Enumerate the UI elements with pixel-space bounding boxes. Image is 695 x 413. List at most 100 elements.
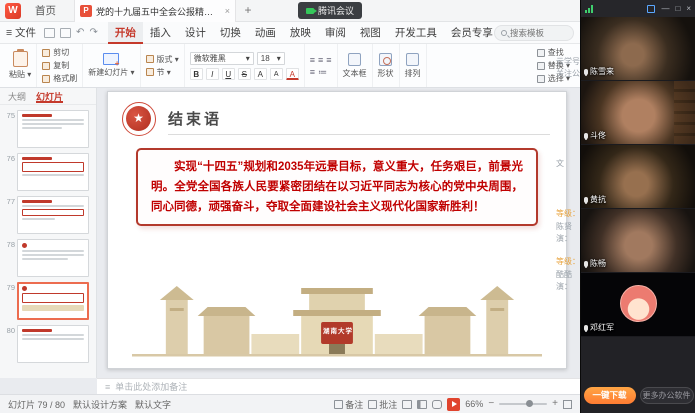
home-tab[interactable]: 首页 <box>26 0 65 22</box>
slide-thumbnail-selected[interactable]: 79 <box>2 282 94 320</box>
save-icon[interactable] <box>44 28 55 38</box>
cut-button[interactable]: 剪切 <box>42 47 77 58</box>
scissors-icon <box>42 49 50 57</box>
participant-video-tile[interactable]: 陈畅 <box>581 209 695 272</box>
italic-button[interactable]: I <box>206 68 219 80</box>
title-divider <box>168 134 550 135</box>
strikethrough-button[interactable]: S <box>238 68 251 80</box>
zoom-out-button[interactable]: − <box>488 399 494 409</box>
template-search-box[interactable] <box>494 25 574 41</box>
align-right-icon[interactable]: ≡ <box>326 55 331 65</box>
bold-button[interactable]: B <box>190 68 203 80</box>
tab-design[interactable]: 设计 <box>178 22 213 44</box>
minimize-icon[interactable]: — <box>661 5 669 13</box>
meeting-floating-bar[interactable]: 腾讯会议 <box>298 2 362 19</box>
layout-toggle-icon[interactable] <box>647 5 655 13</box>
section-icon <box>146 68 154 76</box>
section-button[interactable]: 节 ▾ <box>146 67 179 78</box>
underline-button[interactable]: U <box>222 68 235 80</box>
ribbon-tabs: 开始 插入 设计 切换 动画 放映 审阅 视图 开发工具 会员专享 <box>108 22 500 44</box>
slide-thumbnail[interactable]: 77 <box>2 196 94 234</box>
mic-icon <box>584 261 588 267</box>
close-icon[interactable]: × <box>686 5 691 13</box>
slide-thumbnail[interactable]: 78 <box>2 239 94 277</box>
font-color-button[interactable]: A <box>286 68 299 80</box>
more-apps-button[interactable]: 更多办公软件 <box>640 387 694 404</box>
format-painter-button[interactable]: 格式刷 <box>42 73 77 84</box>
tab-slideshow[interactable]: 放映 <box>283 22 318 44</box>
font-name-select[interactable]: 微软雅黑▾ <box>190 52 254 65</box>
participant-name: 黄抗 <box>590 194 606 205</box>
shrink-font-button[interactable]: A <box>270 68 283 80</box>
zoom-slider[interactable] <box>499 403 547 405</box>
new-tab-button[interactable]: + <box>240 2 256 18</box>
slide-title[interactable]: 结束语 <box>168 108 222 129</box>
tab-review[interactable]: 审阅 <box>318 22 353 44</box>
slide-body-textbox[interactable]: 实现“十四五”规划和2035年远景目标，意义重大，任务艰巨，前景光明。全党全国各… <box>136 148 538 226</box>
slideshow-play-button[interactable] <box>447 398 460 411</box>
outline-tab[interactable]: 大纲 <box>8 90 26 103</box>
print-icon[interactable] <box>60 28 71 38</box>
layout-button[interactable]: 版式 ▾ <box>146 54 179 65</box>
align-center-icon[interactable]: ≡ <box>318 55 323 65</box>
participant-video-tile[interactable]: 陈雪来 <box>581 17 695 80</box>
line-spacing-icon[interactable]: ≔ <box>318 67 327 77</box>
slide-thumbnail-panel: 大纲 幻灯片 75 76 77 78 79 80 <box>0 88 97 378</box>
slide-thumbnail[interactable]: 76 <box>2 153 94 191</box>
copy-button[interactable]: 复制 <box>42 60 77 71</box>
grow-font-button[interactable]: A <box>254 68 267 80</box>
justify-icon[interactable]: ≡ <box>310 67 315 77</box>
notes-toggle-button[interactable]: 备注 <box>334 398 363 411</box>
slide-sorter-view-button[interactable] <box>417 400 427 409</box>
undo-icon[interactable]: ↶ <box>76 28 84 38</box>
star-emblem-icon: ★ <box>126 106 151 131</box>
tab-animation[interactable]: 动画 <box>248 22 283 44</box>
quick-access-toolbar: ↶ ↷ <box>44 28 98 38</box>
close-tab-icon[interactable]: × <box>225 6 230 16</box>
file-menu[interactable]: ≡ 文件 <box>6 25 36 40</box>
zoom-slider-knob[interactable] <box>526 400 533 407</box>
arrange-button[interactable]: 排列 <box>400 44 427 87</box>
text-scheme-label[interactable]: 默认文字 <box>135 398 171 411</box>
shapes-button[interactable]: 形状 <box>373 44 400 87</box>
maximize-icon[interactable]: □ <box>675 5 680 13</box>
align-left-icon[interactable]: ≡ <box>310 55 315 65</box>
layout-icon <box>146 55 154 63</box>
zoom-in-button[interactable]: + <box>552 399 558 409</box>
participant-video-tile[interactable]: 斗佟 <box>581 81 695 144</box>
copy-icon <box>42 62 50 70</box>
new-slide-button[interactable]: 新建幻灯片 ▾ <box>83 44 140 87</box>
mic-icon <box>584 69 588 75</box>
redo-icon[interactable]: ↷ <box>89 28 97 38</box>
slides-tab[interactable]: 幻灯片 <box>36 90 63 103</box>
fit-to-window-button[interactable] <box>563 400 572 409</box>
slide-thumbnail[interactable]: 80 <box>2 325 94 363</box>
tab-devtools[interactable]: 开发工具 <box>388 22 444 44</box>
download-button[interactable]: 一键下载 <box>584 387 636 404</box>
participant-video-tile[interactable]: 邓红军 <box>581 273 695 336</box>
comments-toggle-button[interactable]: 批注 <box>368 398 397 411</box>
slide-thumbnail[interactable]: 75 <box>2 110 94 148</box>
document-tab[interactable]: P 党的十九届五中全会公报精神宣讲稿 × <box>74 0 236 22</box>
template-search-input[interactable] <box>510 28 565 38</box>
font-size-select[interactable]: 18▾ <box>257 52 285 65</box>
tab-member[interactable]: 会员专享 <box>444 22 500 44</box>
app-window: W 首页 P 党的十九届五中全会公报精神宣讲稿 × + 腾讯会议 ≡ 文件 ↶ … <box>0 0 695 413</box>
notes-bar[interactable]: ≡ 单击此处添加备注 <box>97 378 580 394</box>
tab-home[interactable]: 开始 <box>108 22 143 44</box>
normal-view-button[interactable] <box>402 400 412 409</box>
tab-view[interactable]: 视图 <box>353 22 388 44</box>
tab-transition[interactable]: 切换 <box>213 22 248 44</box>
textbox-button[interactable]: 文本框 <box>338 44 373 87</box>
participant-video-tile[interactable]: 黄抗 <box>581 145 695 208</box>
arrange-icon <box>406 53 419 66</box>
textbox-icon <box>348 53 361 66</box>
cartoon-avatar <box>620 285 657 322</box>
paste-button[interactable]: 粘贴 ▾ <box>4 44 37 87</box>
slide-79[interactable]: ★ 结束语 实现“十四五”规划和2035年远景目标，意义重大，任务艰巨，前景光明… <box>107 91 567 369</box>
background-window-sliver: 云学号600+ 关注公众号领 文 等级： 陈贤 演： 等级： 酷酷 演： <box>556 56 580 336</box>
mic-icon <box>584 325 588 331</box>
reading-view-button[interactable] <box>432 400 442 409</box>
tab-insert[interactable]: 插入 <box>143 22 178 44</box>
design-scheme-label[interactable]: 默认设计方案 <box>73 398 127 411</box>
